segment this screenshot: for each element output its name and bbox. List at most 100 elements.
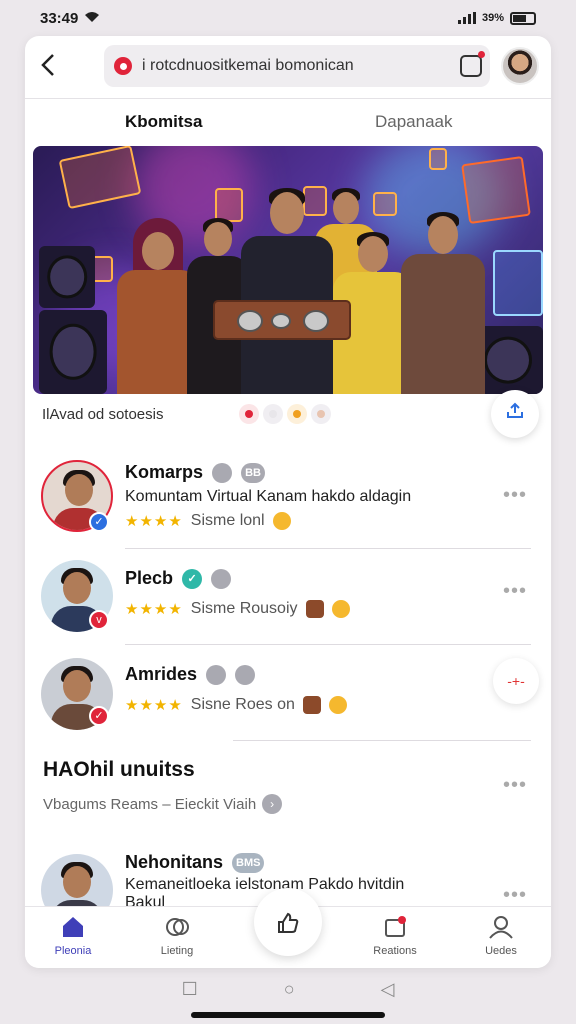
nav-label: Pleonia	[54, 945, 92, 957]
more-icon[interactable]: •••	[503, 484, 527, 507]
share-icon	[505, 402, 525, 426]
nav-listing[interactable]: Lieting	[137, 915, 217, 957]
center-action-button[interactable]	[254, 888, 322, 956]
tag-badge	[212, 463, 233, 484]
list-item[interactable]: v Plecb ✓ ★★★★ Sisme Rousoiy •••	[25, 556, 551, 646]
nav-label: Reations	[373, 945, 417, 957]
emoji-icon	[328, 696, 347, 714]
item-name: Amrides	[125, 664, 256, 686]
more-icon[interactable]: •••	[503, 774, 527, 797]
section-subtitle[interactable]: Vbagums Reams – Eieckit Viaih ›	[43, 794, 283, 814]
floating-panel	[429, 148, 447, 170]
home-indicator[interactable]	[191, 1012, 385, 1018]
status-right: 39%	[457, 11, 536, 25]
divider	[25, 98, 551, 99]
chat-icon	[164, 915, 190, 939]
emoji-icon	[331, 600, 350, 618]
chevron-right-icon: ›	[262, 794, 283, 814]
hero-caption: IlAvad od sotoesis	[42, 406, 164, 423]
battery-percent: 39%	[481, 12, 504, 24]
verified-icon: ✓	[89, 512, 109, 532]
divider	[125, 644, 531, 645]
item-description: Kemaneitloeka ielstonam Pakdo hvitdin	[125, 876, 405, 893]
status-left: 33:49	[40, 10, 100, 27]
user-icon	[488, 915, 514, 939]
gift-icon	[305, 600, 324, 618]
nav-profile[interactable]: Uedes	[461, 915, 541, 957]
more-icon[interactable]: •••	[503, 884, 527, 907]
back-icon[interactable]	[39, 52, 63, 82]
item-description: Komuntam Virtual Kanam hakdo aldagin	[125, 488, 412, 505]
carousel-dot[interactable]	[239, 404, 259, 424]
meta-text: Sisme Rousoiy	[190, 600, 298, 617]
item-name-text: Amrides	[125, 664, 198, 684]
status-time: 33:49	[40, 9, 79, 27]
meta-text: Sisne Roes on	[190, 696, 295, 713]
record-icon	[114, 57, 132, 75]
recents-icon[interactable]: ☐	[182, 979, 198, 1000]
tab-discover[interactable]: Dapanaak	[375, 112, 453, 132]
app-frame: i rotcdnuositkemai bomonican Kbomitsa Da…	[25, 36, 551, 968]
more-icon[interactable]: •••	[503, 580, 527, 603]
rating-stars: ★★★★	[125, 601, 183, 618]
live-badge-icon: v	[89, 610, 109, 630]
section-title: HAOhil unuitss	[43, 758, 195, 781]
meta-text: Sisme lonl	[190, 512, 265, 529]
item-name-text: Plecb	[125, 568, 174, 588]
section-subtitle-text: Vbagums Reams – Eieckit Viaih	[43, 795, 257, 813]
tag-badge	[211, 569, 232, 590]
tag-badge: BMS	[232, 853, 265, 874]
speaker	[39, 310, 107, 394]
rating-stars: ★★★★	[125, 513, 183, 530]
floating-panel	[58, 146, 142, 210]
avatar[interactable]	[501, 47, 539, 85]
floating-panel	[493, 250, 543, 316]
list-item[interactable]: ✓ Komarps BB Komuntam Virtual Kanam hakd…	[25, 456, 551, 546]
thumbs-up-icon	[276, 909, 300, 934]
item-name-text: Nehonitans	[125, 852, 224, 872]
home-button-icon[interactable]: ○	[284, 979, 295, 1000]
hero-image[interactable]	[33, 146, 543, 394]
battery-icon	[510, 11, 536, 25]
item-meta: ★★★★ Sisme lonl	[125, 512, 291, 530]
item-meta: ★★★★ Sisne Roes on	[125, 696, 347, 714]
item-meta: ★★★★ Sisme Rousoiy	[125, 600, 350, 618]
rating-stars: ★★★★	[125, 697, 183, 714]
item-name: Plecb ✓	[125, 568, 232, 590]
carousel-dots[interactable]	[239, 404, 331, 424]
person	[399, 212, 487, 394]
home-icon	[60, 915, 86, 939]
status-bar: 33:49 39%	[0, 0, 576, 36]
back-system-icon[interactable]: ◁	[381, 979, 395, 1000]
nav-reactions[interactable]: Reations	[355, 915, 435, 957]
dj-controller	[213, 300, 351, 340]
carousel-dot[interactable]	[287, 404, 307, 424]
person	[239, 188, 335, 394]
tab-community[interactable]: Kbomitsa	[125, 112, 202, 132]
signal-icon	[457, 12, 476, 24]
live-badge-icon: ✓	[89, 706, 109, 726]
item-name: Komarps BB	[125, 462, 265, 484]
search-bar[interactable]: i rotcdnuositkemai bomonican	[104, 45, 490, 87]
speaker	[39, 246, 95, 308]
top-bar: i rotcdnuositkemai bomonican	[25, 36, 551, 98]
carousel-dot[interactable]	[263, 404, 283, 424]
divider	[125, 548, 531, 549]
item-name-text: Komarps	[125, 462, 204, 482]
nav-label: Lieting	[160, 945, 194, 957]
list-item[interactable]: ✓ Amrides ★★★★ Sisne Roes on	[25, 654, 551, 744]
carousel-dot[interactable]	[311, 404, 331, 424]
system-nav: ☐ ○ ◁	[0, 974, 576, 1004]
emoji-icon	[272, 512, 291, 530]
nav-home[interactable]: Pleonia	[33, 915, 113, 957]
tag-badge: BB	[241, 463, 265, 484]
tag-badge	[235, 665, 256, 686]
search-text: i rotcdnuositkemai bomonican	[142, 57, 354, 74]
share-button[interactable]	[491, 390, 539, 438]
check-icon: ✓	[182, 569, 203, 590]
divider	[233, 740, 531, 741]
camera-icon[interactable]	[460, 51, 485, 77]
side-action-button[interactable]: -+-	[493, 658, 539, 704]
nav-label: Uedes	[485, 945, 517, 957]
tag-badge	[206, 665, 227, 686]
